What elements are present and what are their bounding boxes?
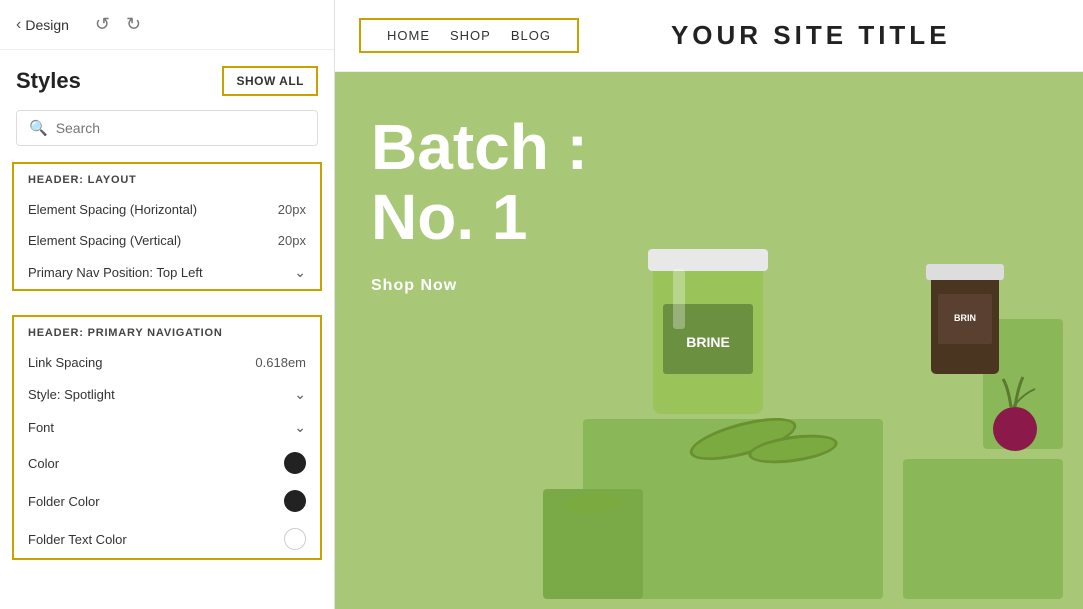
element-spacing-horizontal-label: Element Spacing (Horizontal) — [28, 202, 197, 217]
top-bar: ‹ Design ↺ ↻ — [0, 0, 334, 50]
search-input[interactable] — [56, 120, 305, 136]
redo-icon: ↻ — [126, 14, 141, 34]
styles-title: Styles — [16, 68, 81, 94]
color-row: Color — [14, 444, 320, 482]
element-spacing-vertical-row: Element Spacing (Vertical) 20px — [14, 225, 320, 256]
header-layout-section: HEADER: LAYOUT Element Spacing (Horizont… — [12, 162, 322, 291]
folder-text-color-label: Folder Text Color — [28, 532, 127, 547]
show-all-button[interactable]: SHOW ALL — [222, 66, 318, 96]
link-spacing-row: Link Spacing 0.618em — [14, 347, 320, 378]
svg-text:BRINE: BRINE — [686, 334, 730, 350]
toolbar-icons: ↺ ↻ — [93, 12, 143, 37]
folder-color-row: Folder Color — [14, 482, 320, 520]
search-icon: 🔍 — [29, 119, 48, 137]
section-divider — [0, 299, 334, 311]
primary-nav-position-label: Primary Nav Position: Top Left — [28, 265, 203, 280]
styles-header: Styles SHOW ALL — [0, 50, 334, 106]
color-swatch[interactable] — [284, 452, 306, 474]
redo-button[interactable]: ↻ — [124, 12, 143, 37]
color-label: Color — [28, 456, 59, 471]
back-button[interactable]: ‹ Design — [16, 16, 69, 34]
header-primary-nav-section: HEADER: PRIMARY NAVIGATION Link Spacing … — [12, 315, 322, 560]
back-label: Design — [25, 17, 69, 33]
link-spacing-value: 0.618em — [255, 355, 306, 370]
header-layout-title: HEADER: LAYOUT — [14, 164, 320, 194]
chevron-down-icon: ⌄ — [294, 264, 306, 281]
folder-text-color-row: Folder Text Color — [14, 520, 320, 558]
nav-link-shop[interactable]: SHOP — [450, 28, 491, 43]
folder-text-color-swatch[interactable] — [284, 528, 306, 550]
left-panel: ‹ Design ↺ ↻ Styles SHOW ALL 🔍 HEADER: L… — [0, 0, 335, 609]
undo-icon: ↺ — [95, 14, 110, 34]
site-header-preview: HOME SHOP BLOG YOUR SITE TITLE — [335, 0, 1083, 72]
search-bar: 🔍 — [16, 110, 318, 146]
nav-link-home[interactable]: HOME — [387, 28, 430, 43]
site-title: YOUR SITE TITLE — [671, 20, 951, 51]
hero-heading-line1: Batch : — [371, 111, 588, 183]
hero-heading: Batch : No. 1 — [371, 112, 588, 253]
font-row[interactable]: Font ⌄ — [14, 411, 320, 444]
hero-heading-line2: No. 1 — [371, 181, 527, 253]
style-spotlight-row[interactable]: Style: Spotlight ⌄ — [14, 378, 320, 411]
svg-text:BRIN: BRIN — [954, 313, 976, 323]
undo-button[interactable]: ↺ — [93, 12, 112, 37]
folder-color-label: Folder Color — [28, 494, 100, 509]
header-primary-nav-title: HEADER: PRIMARY NAVIGATION — [14, 317, 320, 347]
nav-box: HOME SHOP BLOG — [359, 18, 579, 53]
style-spotlight-label: Style: Spotlight — [28, 387, 115, 402]
hero-content: Batch : No. 1 Shop Now — [371, 112, 588, 295]
hero-area: Batch : No. 1 Shop Now BRINE — [335, 72, 1083, 609]
chevron-down-icon-3: ⌄ — [294, 419, 306, 436]
link-spacing-label: Link Spacing — [28, 355, 102, 370]
element-spacing-horizontal-row: Element Spacing (Horizontal) 20px — [14, 194, 320, 225]
nav-link-blog[interactable]: BLOG — [511, 28, 551, 43]
element-spacing-vertical-value: 20px — [278, 233, 306, 248]
folder-color-swatch[interactable] — [284, 490, 306, 512]
primary-nav-position-row[interactable]: Primary Nav Position: Top Left ⌄ — [14, 256, 320, 289]
chevron-left-icon: ‹ — [16, 16, 21, 34]
right-panel: HOME SHOP BLOG YOUR SITE TITLE Batch : N… — [335, 0, 1083, 609]
font-label: Font — [28, 420, 54, 435]
styles-content: HEADER: LAYOUT Element Spacing (Horizont… — [0, 158, 334, 609]
shop-now-button[interactable]: Shop Now — [371, 277, 457, 295]
element-spacing-vertical-label: Element Spacing (Vertical) — [28, 233, 181, 248]
element-spacing-horizontal-value: 20px — [278, 202, 306, 217]
chevron-down-icon-2: ⌄ — [294, 386, 306, 403]
